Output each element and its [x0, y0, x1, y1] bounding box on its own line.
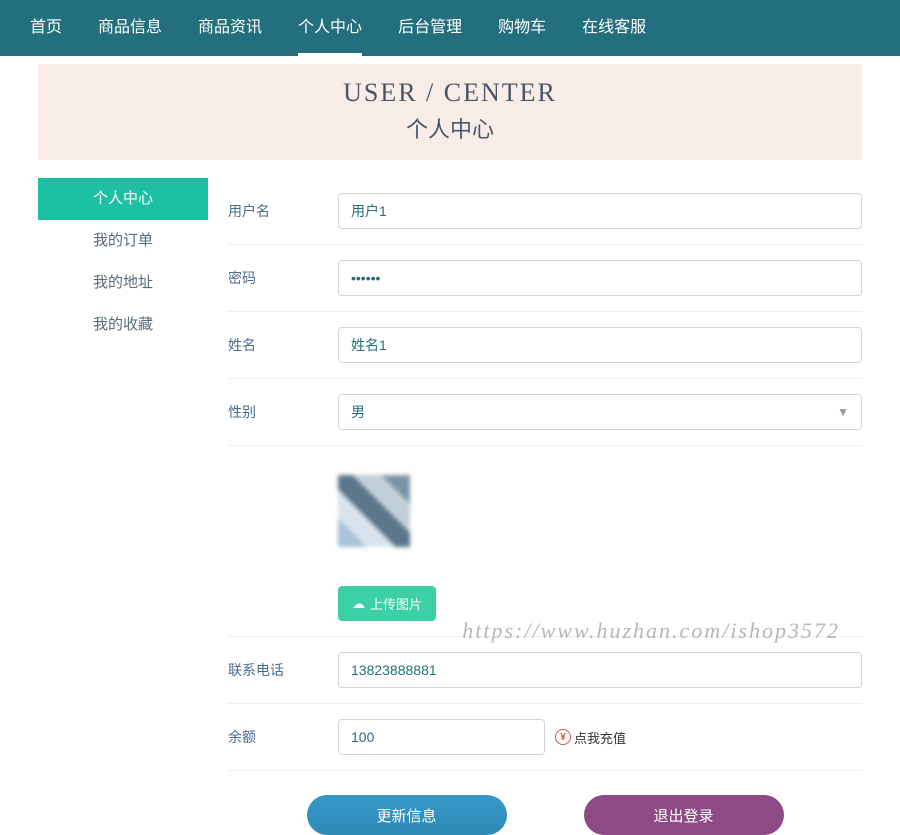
realname-input[interactable]: [338, 327, 862, 363]
balance-input[interactable]: [338, 719, 545, 755]
nav-cart[interactable]: 购物车: [480, 0, 564, 56]
page-title-en: USER / CENTER: [38, 78, 862, 108]
gender-select[interactable]: 男 ▼: [338, 394, 862, 430]
sidebar: 个人中心 我的订单 我的地址 我的收藏: [38, 178, 208, 835]
phone-input[interactable]: [338, 652, 862, 688]
sidebar-item-profile[interactable]: 个人中心: [38, 178, 208, 220]
chevron-down-icon: ▼: [837, 405, 849, 419]
nav-support[interactable]: 在线客服: [564, 0, 664, 56]
nav-admin[interactable]: 后台管理: [380, 0, 480, 56]
sidebar-item-favorites[interactable]: 我的收藏: [38, 304, 208, 346]
nav-product-info[interactable]: 商品信息: [80, 0, 180, 56]
gender-value: 男: [351, 402, 365, 422]
page-title-cn: 个人中心: [38, 112, 862, 144]
nav-user-center[interactable]: 个人中心: [280, 0, 380, 56]
username-label: 用户名: [228, 201, 338, 221]
top-navbar: 首页 商品信息 商品资讯 个人中心 后台管理 购物车 在线客服: [0, 0, 900, 56]
yen-icon: ¥: [555, 729, 571, 745]
username-input[interactable]: [338, 193, 862, 229]
recharge-link[interactable]: ¥ 点我充值: [555, 728, 626, 747]
form-area: 用户名 密码 姓名 性别 男 ▼ ☁ 上传图片: [208, 178, 862, 835]
password-label: 密码: [228, 268, 338, 288]
page-header: USER / CENTER 个人中心: [38, 64, 862, 160]
realname-label: 姓名: [228, 335, 338, 355]
cloud-upload-icon: ☁: [352, 596, 365, 612]
logout-button[interactable]: 退出登录: [584, 795, 784, 835]
balance-label: 余额: [228, 727, 338, 747]
upload-label: 上传图片: [370, 594, 422, 613]
phone-label: 联系电话: [228, 660, 338, 680]
sidebar-item-orders[interactable]: 我的订单: [38, 220, 208, 262]
sidebar-item-address[interactable]: 我的地址: [38, 262, 208, 304]
update-button[interactable]: 更新信息: [307, 795, 507, 835]
nav-home[interactable]: 首页: [12, 0, 80, 56]
upload-image-button[interactable]: ☁ 上传图片: [338, 586, 436, 621]
gender-label: 性别: [228, 402, 338, 422]
avatar: [338, 475, 410, 547]
password-input[interactable]: [338, 260, 862, 296]
recharge-label: 点我充值: [574, 728, 626, 747]
nav-product-news[interactable]: 商品资讯: [180, 0, 280, 56]
